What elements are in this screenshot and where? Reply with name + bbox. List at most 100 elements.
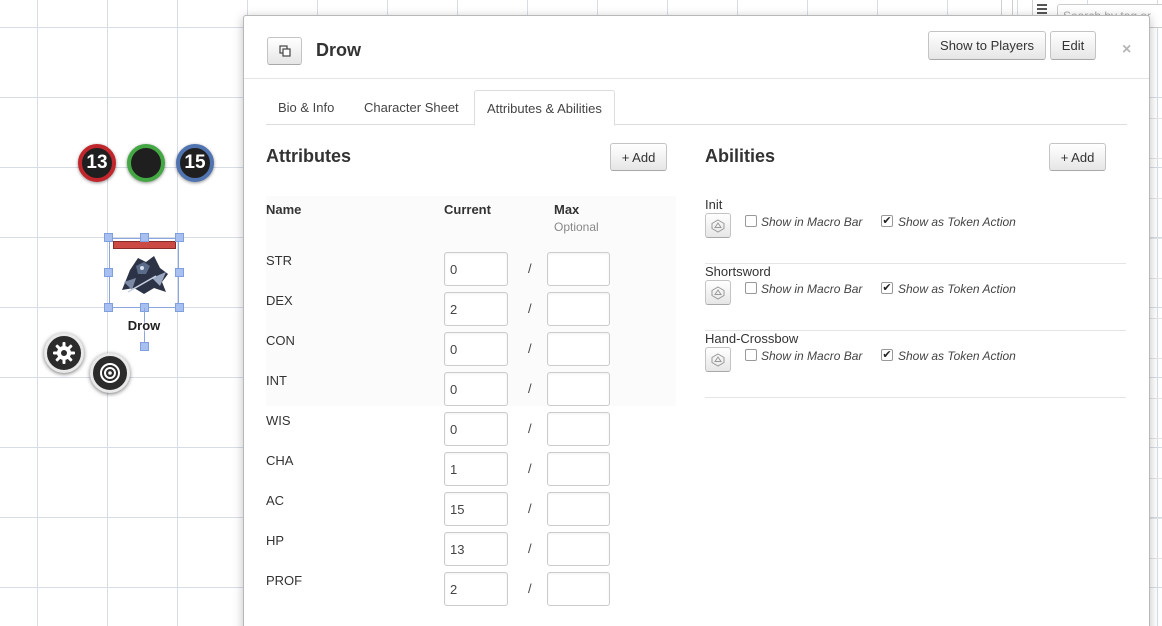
attribute-max-input[interactable]	[547, 532, 610, 566]
resize-handle[interactable]	[175, 268, 184, 277]
token-action-checkbox[interactable]: ✔	[881, 215, 893, 227]
ability-macro-button[interactable]	[705, 347, 731, 372]
ability-row: Shortsword Show in Macro Bar ✔ Show as T…	[705, 264, 1126, 331]
attribute-name: CON	[266, 333, 295, 348]
attribute-current-input[interactable]	[444, 572, 508, 606]
macro-bar-label: Show in Macro Bar	[761, 215, 863, 229]
macro-bar-checkbox[interactable]	[745, 282, 757, 294]
attribute-max-input[interactable]	[547, 292, 610, 326]
col-max-header: Max	[554, 202, 580, 217]
rotate-handle[interactable]	[140, 342, 149, 351]
attribute-separator: /	[528, 501, 532, 516]
attribute-max-input[interactable]	[547, 492, 610, 526]
menu-icon[interactable]	[1037, 2, 1047, 16]
ability-macro-button[interactable]	[705, 213, 731, 238]
attribute-separator: /	[528, 381, 532, 396]
gear-icon	[53, 342, 75, 364]
attribute-name: DEX	[266, 293, 293, 308]
abilities-heading: Abilities	[705, 146, 776, 166]
resize-handle[interactable]	[175, 303, 184, 312]
macro-bar-label: Show in Macro Bar	[761, 282, 863, 296]
attribute-separator: /	[528, 581, 532, 596]
attribute-current-input[interactable]	[444, 532, 508, 566]
resize-handle[interactable]	[104, 233, 113, 242]
attribute-current-input[interactable]	[444, 292, 508, 326]
attribute-name: AC	[266, 493, 285, 508]
col-current-header: Current	[444, 202, 491, 217]
ability-macro-button[interactable]	[705, 280, 731, 305]
attribute-separator: /	[528, 341, 532, 356]
attribute-current-input[interactable]	[444, 452, 508, 486]
token-action-label: Show as Token Action	[898, 282, 1016, 296]
ability-name[interactable]: Shortsword	[705, 264, 771, 279]
token-action-label: Show as Token Action	[898, 215, 1016, 229]
token-bubble-red[interactable]: 13	[78, 144, 116, 182]
token-nameplate: Drow	[127, 318, 161, 333]
add-ability-button[interactable]: + Add	[1049, 143, 1106, 171]
popout-button[interactable]	[267, 37, 302, 65]
edit-button[interactable]: Edit	[1050, 31, 1096, 60]
attribute-max-input[interactable]	[547, 572, 610, 606]
bubble-value-blue: 15	[184, 152, 206, 173]
ability-row: Init Show in Macro Bar ✔ Show as Token A…	[705, 197, 1126, 264]
attribute-current-input[interactable]	[444, 252, 508, 286]
ability-name[interactable]: Hand-Crossbow	[705, 331, 798, 346]
macro-dice-icon	[711, 352, 725, 367]
attribute-name: INT	[266, 373, 287, 388]
attribute-separator: /	[528, 261, 532, 276]
token-aura-button[interactable]	[90, 353, 130, 393]
attribute-max-input[interactable]	[547, 452, 610, 486]
attribute-name: WIS	[266, 413, 291, 428]
character-dialog: Drow Show to Players Edit × Bio & Info C…	[243, 15, 1150, 626]
token-action-checkbox[interactable]: ✔	[881, 349, 893, 361]
attribute-max-input[interactable]	[547, 412, 610, 446]
token-action-checkbox[interactable]: ✔	[881, 282, 893, 294]
attribute-separator: /	[528, 421, 532, 436]
macro-dice-icon	[711, 285, 725, 300]
token-bubble-blue[interactable]: 15	[176, 144, 214, 182]
token-bubble-green[interactable]	[127, 144, 165, 182]
ability-row: Hand-Crossbow Show in Macro Bar ✔ Show a…	[705, 331, 1126, 398]
bubble-value-red: 13	[86, 152, 108, 173]
dialog-tabs: Bio & Info Character Sheet Attributes & …	[266, 90, 1127, 126]
dialog-title: Drow	[316, 40, 361, 60]
resize-handle[interactable]	[104, 268, 113, 277]
attribute-max-input[interactable]	[547, 332, 610, 366]
tab-attributes-abilities[interactable]: Attributes & Abilities	[474, 90, 615, 126]
token-settings-button[interactable]	[44, 333, 84, 373]
attribute-max-input[interactable]	[547, 372, 610, 406]
popout-icon	[278, 45, 291, 57]
tab-character-sheet[interactable]: Character Sheet	[352, 90, 471, 125]
macro-bar-checkbox[interactable]	[745, 215, 757, 227]
token-health-bar	[113, 241, 176, 249]
attribute-current-input[interactable]	[444, 332, 508, 366]
attribute-current-input[interactable]	[444, 412, 508, 446]
attribute-max-input[interactable]	[547, 252, 610, 286]
attribute-current-input[interactable]	[444, 492, 508, 526]
attribute-name: STR	[266, 253, 292, 268]
attribute-separator: /	[528, 301, 532, 316]
attribute-name: CHA	[266, 453, 294, 468]
resize-handle[interactable]	[175, 233, 184, 242]
close-icon[interactable]: ×	[1122, 41, 1131, 59]
attribute-current-input[interactable]	[444, 372, 508, 406]
attribute-name: HP	[266, 533, 285, 548]
attributes-heading: Attributes	[266, 146, 351, 166]
attribute-separator: /	[528, 461, 532, 476]
token-action-label: Show as Token Action	[898, 349, 1016, 363]
show-to-players-button[interactable]: Show to Players	[928, 31, 1046, 60]
attribute-separator: /	[528, 541, 532, 556]
macro-bar-label: Show in Macro Bar	[761, 349, 863, 363]
resize-handle[interactable]	[140, 233, 149, 242]
add-attribute-button[interactable]: + Add	[610, 143, 667, 171]
drow-token-image[interactable]	[116, 252, 172, 296]
macro-bar-checkbox[interactable]	[745, 349, 757, 361]
tab-bio-info[interactable]: Bio & Info	[266, 90, 346, 125]
col-max-hint: Optional	[554, 220, 599, 234]
col-name-header: Name	[266, 202, 302, 217]
resize-handle[interactable]	[104, 303, 113, 312]
macro-dice-icon	[711, 218, 725, 233]
ability-name[interactable]: Init	[705, 197, 722, 212]
aura-icon	[100, 363, 120, 383]
dialog-header: Drow Show to Players Edit ×	[244, 16, 1149, 79]
